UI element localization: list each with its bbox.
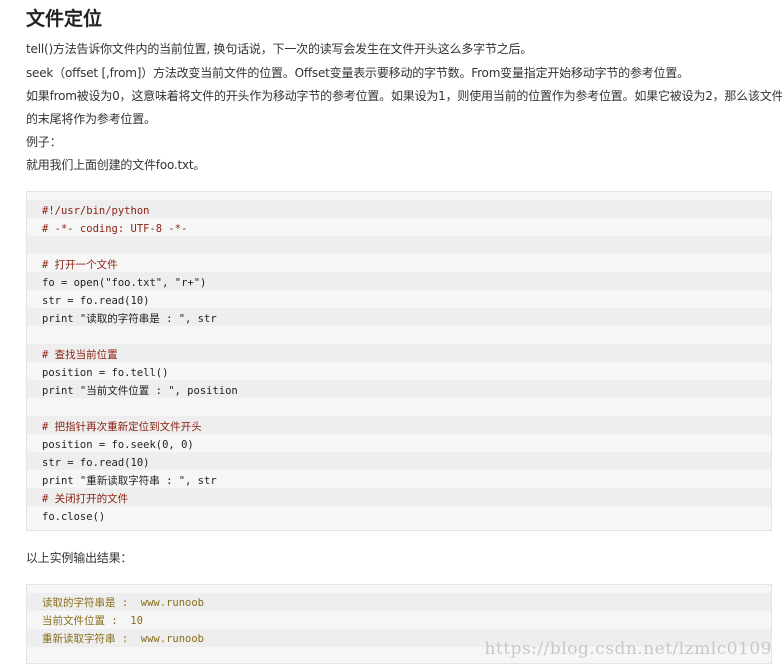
output-line: 读取的字符串是 : www.runoob <box>42 597 205 609</box>
code-block: #!/usr/bin/python # -*- coding: UTF-8 -*… <box>26 191 772 531</box>
paragraph-seek: seek（offset [,from]）方法改变当前文件的位置。Offset变量… <box>26 66 689 80</box>
code-line: str = fo.read(10) <box>42 457 150 469</box>
code-line: str = fo.read(10) <box>42 295 150 307</box>
paragraph-from-cont: 的末尾将作为参考位置。 <box>26 112 156 126</box>
paragraph-from: 如果from被设为0，这意味着将文件的开头作为移动字节的参考位置。如果设为1，则… <box>26 89 782 103</box>
code-line: # -*- coding: UTF-8 -*- <box>42 223 188 235</box>
code-line: # 关闭打开的文件 <box>42 493 129 505</box>
code-line: print "重新读取字符串 : ", str <box>42 475 217 487</box>
watermark-url: https://blog.csdn.net/lzmlc0109 <box>484 639 772 659</box>
code-line: # 查找当前位置 <box>42 349 118 361</box>
code-line: #!/usr/bin/python <box>42 205 150 217</box>
code-line: print "读取的字符串是 : ", str <box>42 313 217 325</box>
output-intro: 以上实例输出结果： <box>26 551 133 565</box>
output-line: 重新读取字符串 : www.runoob <box>42 633 205 645</box>
output-line: 当前文件位置 : 10 <box>42 615 143 627</box>
code-line: print "当前文件位置 : ", position <box>42 385 238 397</box>
page-title: 文件定位 <box>26 8 103 30</box>
paragraph-example: 例子： <box>26 135 62 149</box>
paragraph-foo: 就用我们上面创建的文件foo.txt。 <box>26 158 206 172</box>
code-line: # 打开一个文件 <box>42 259 118 271</box>
code-line: fo.close() <box>42 511 106 523</box>
code-line: position = fo.seek(0, 0) <box>42 439 194 451</box>
code-line: # 把指针再次重新定位到文件开头 <box>42 421 202 433</box>
code-line: position = fo.tell() <box>42 367 169 379</box>
paragraph-tell: tell()方法告诉你文件内的当前位置, 换句话说，下一次的读写会发生在文件开头… <box>26 42 533 56</box>
code-line: fo = open("foo.txt", "r+") <box>42 277 207 289</box>
